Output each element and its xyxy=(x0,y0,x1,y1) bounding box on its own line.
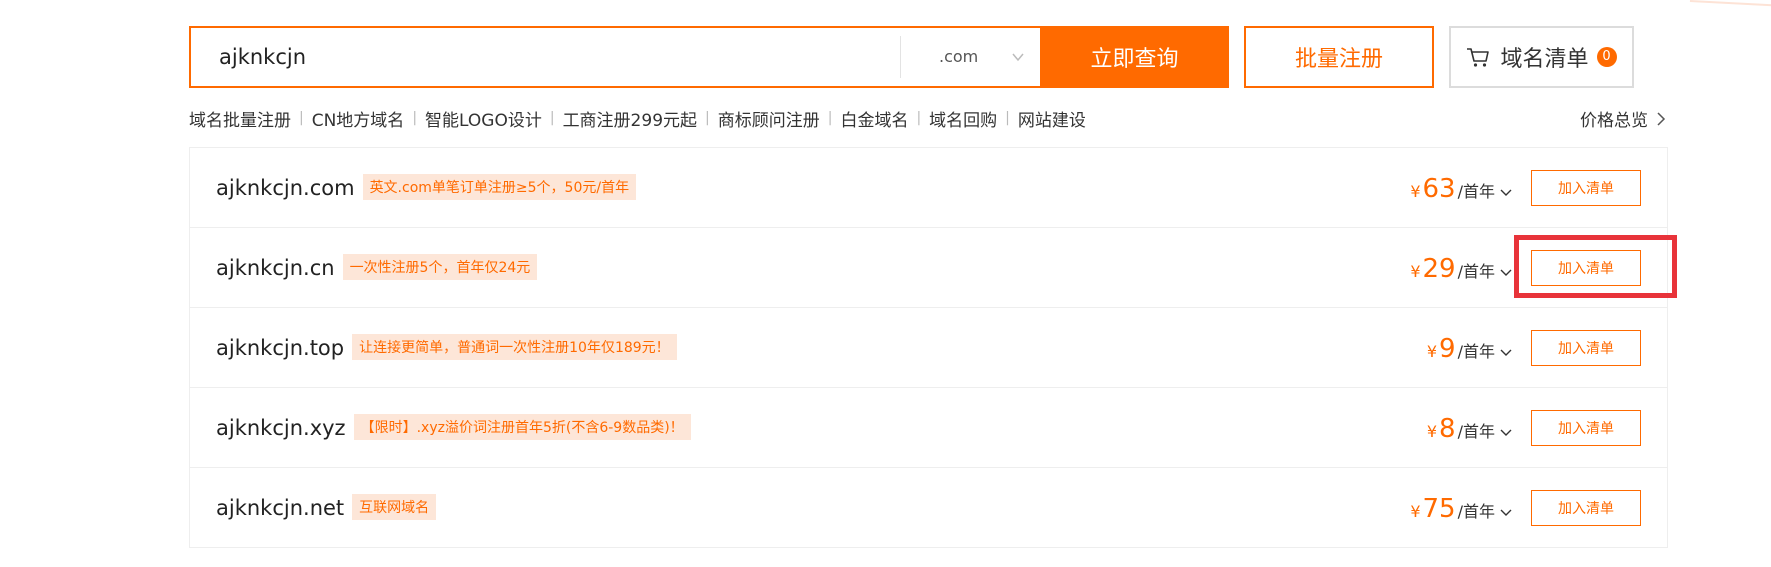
quick-link-separator: | xyxy=(827,110,833,126)
price-value: 75 xyxy=(1422,494,1456,524)
domain-name: ajknkcjn.xyz xyxy=(216,416,346,440)
domain-name-cell: ajknkcjn.com 英文.com单笔订单注册≥5个，50元/首年 xyxy=(216,174,637,200)
domain-name-cell: ajknkcjn.xyz 【限时】.xyz溢价词注册首年5折(不含6-9数品类)！ xyxy=(216,414,691,440)
domain-name-cell: ajknkcjn.net 互联网域名 xyxy=(216,494,437,520)
chevron-down-icon xyxy=(1500,269,1512,276)
price-value: 63 xyxy=(1422,174,1456,204)
price-unit: /首年 xyxy=(1457,182,1495,201)
quick-link[interactable]: 域名回购 xyxy=(929,106,997,131)
highlight-annotation-box xyxy=(1514,235,1677,298)
currency-symbol: ¥ xyxy=(1410,182,1421,201)
promo-tag: 【限时】.xyz溢价词注册首年5折(不含6-9数品类)！ xyxy=(353,414,691,440)
promo-tag: 英文.com单笔订单注册≥5个，50元/首年 xyxy=(362,174,637,200)
chevron-down-icon xyxy=(1012,53,1024,62)
price-unit: /首年 xyxy=(1457,502,1495,521)
decorative-line xyxy=(1689,0,1771,7)
chevron-down-icon xyxy=(1500,349,1512,356)
chevron-right-icon xyxy=(1657,111,1666,126)
price-unit: /首年 xyxy=(1457,342,1495,361)
domain-name: ajknkcjn.top xyxy=(216,336,345,360)
quick-link-separator: | xyxy=(299,110,304,126)
price-value: 29 xyxy=(1422,254,1456,284)
quick-link[interactable]: 域名批量注册 xyxy=(189,106,291,131)
quick-link[interactable]: 白金域名 xyxy=(840,106,908,131)
chevron-down-icon xyxy=(1500,429,1512,436)
quick-link[interactable]: 工商注册299元起 xyxy=(563,106,697,131)
chevron-down-icon xyxy=(1500,189,1512,196)
add-to-cart-button[interactable]: 加入清单 xyxy=(1531,170,1641,206)
tld-selected-value: .com xyxy=(939,47,979,66)
price-unit: /首年 xyxy=(1457,422,1495,441)
domain-result-list: ajknkcjn.com 英文.com单笔订单注册≥5个，50元/首年 ¥ 63 … xyxy=(189,147,1668,548)
price-unit: /首年 xyxy=(1457,262,1495,281)
quick-link[interactable]: CN地方域名 xyxy=(312,106,405,131)
domain-result-row: ajknkcjn.cn 一次性注册5个，首年仅24元 ¥ 29 /首年 加入清单 xyxy=(190,228,1667,308)
quick-link-separator: | xyxy=(1005,110,1010,126)
domain-result-row: ajknkcjn.com 英文.com单笔订单注册≥5个，50元/首年 ¥ 63 … xyxy=(190,148,1667,228)
tld-select[interactable]: .com xyxy=(900,36,1043,78)
search-button[interactable]: 立即查询 xyxy=(1040,26,1229,88)
currency-symbol: ¥ xyxy=(1410,502,1421,521)
price-display[interactable]: ¥ 9 /首年 xyxy=(1427,334,1512,364)
currency-symbol: ¥ xyxy=(1426,342,1438,361)
domain-name-cell: ajknkcjn.cn 一次性注册5个，首年仅24元 xyxy=(216,254,538,280)
quick-link[interactable]: 智能LOGO设计 xyxy=(425,106,542,131)
domain-result-row: ajknkcjn.net 互联网域名 ¥ 75 /首年 加入清单 xyxy=(190,468,1667,548)
domain-result-row: ajknkcjn.xyz 【限时】.xyz溢价词注册首年5折(不含6-9数品类)！… xyxy=(190,388,1667,468)
domain-cart-button[interactable]: 域名清单 0 xyxy=(1449,26,1634,88)
cart-label: 域名清单 xyxy=(1500,47,1589,72)
price-overview-label: 价格总览 xyxy=(1580,111,1648,131)
quick-link-separator: | xyxy=(549,110,555,126)
currency-symbol: ¥ xyxy=(1426,422,1438,441)
domain-name: ajknkcjn.cn xyxy=(216,256,335,280)
promo-tag: 让连接更简单，普通词一次性注册10年仅189元！ xyxy=(352,334,677,360)
quick-link-separator: | xyxy=(916,110,922,126)
price-display[interactable]: ¥ 63 /首年 xyxy=(1410,174,1512,204)
price-overview-link[interactable]: 价格总览 xyxy=(1580,106,1666,131)
quick-links-bar: 域名批量注册 | CN地方域名 | 智能LOGO设计 | 工商注册299元起 |… xyxy=(189,106,1086,131)
domain-name: ajknkcjn.com xyxy=(216,176,355,200)
price-display[interactable]: ¥ 29 /首年 xyxy=(1410,254,1512,284)
domain-name-cell: ajknkcjn.top 让连接更简单，普通词一次性注册10年仅189元！ xyxy=(216,334,677,360)
price-display[interactable]: ¥ 8 /首年 xyxy=(1427,414,1512,444)
price-value: 9 xyxy=(1439,334,1456,364)
add-to-cart-button[interactable]: 加入清单 xyxy=(1531,490,1641,526)
quick-link-separator: | xyxy=(705,110,710,126)
price-display[interactable]: ¥ 75 /首年 xyxy=(1410,494,1512,524)
cart-count-badge: 0 xyxy=(1596,47,1617,67)
quick-link[interactable]: 网站建设 xyxy=(1018,106,1086,131)
cart-icon xyxy=(1467,48,1490,67)
quick-link-separator: | xyxy=(412,110,418,126)
quick-link[interactable]: 商标顾问注册 xyxy=(718,106,820,131)
add-to-cart-button[interactable]: 加入清单 xyxy=(1531,410,1641,446)
domain-name: ajknkcjn.net xyxy=(216,496,345,520)
add-to-cart-button[interactable]: 加入清单 xyxy=(1531,330,1641,366)
chevron-down-icon xyxy=(1500,509,1512,516)
price-value: 8 xyxy=(1439,414,1456,444)
bulk-register-button[interactable]: 批量注册 xyxy=(1244,26,1434,88)
currency-symbol: ¥ xyxy=(1410,262,1421,281)
promo-tag: 互联网域名 xyxy=(352,494,437,520)
promo-tag: 一次性注册5个，首年仅24元 xyxy=(342,254,538,280)
domain-result-row: ajknkcjn.top 让连接更简单，普通词一次性注册10年仅189元！ ¥ 9… xyxy=(190,308,1667,388)
